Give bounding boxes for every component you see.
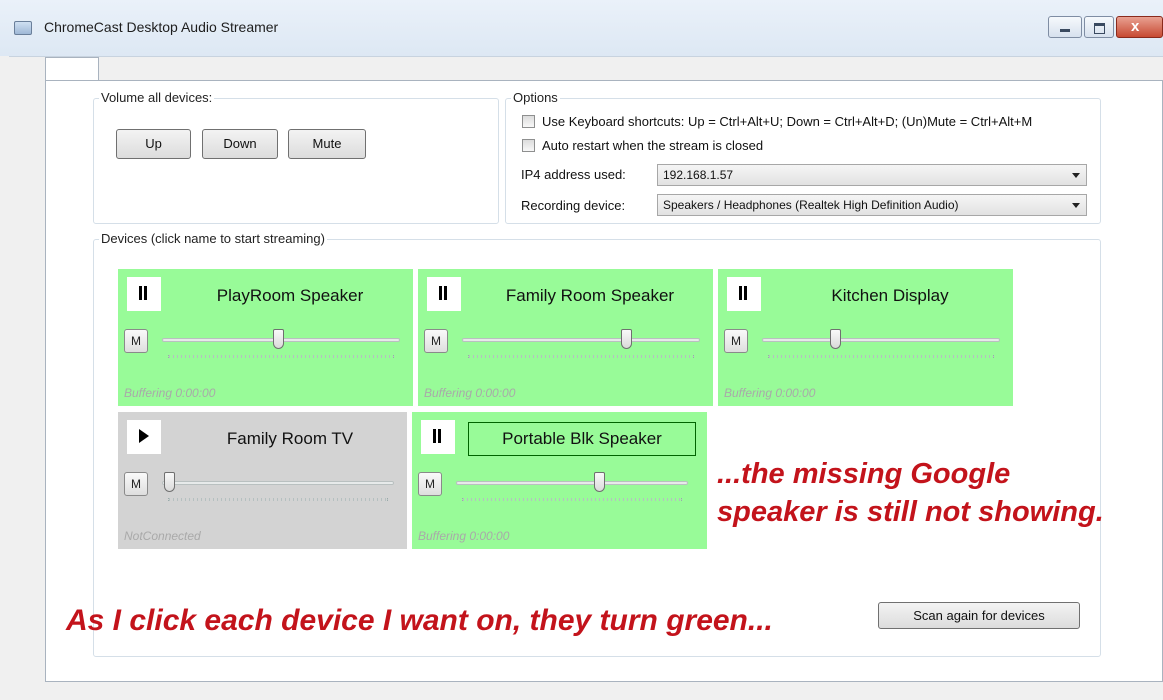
pause-icon (139, 286, 147, 300)
pause-button[interactable] (127, 277, 161, 311)
recording-device-value: Speakers / Headphones (Realtek High Defi… (663, 198, 959, 212)
volume-slider-track[interactable] (162, 481, 394, 485)
close-button[interactable]: x (1116, 16, 1163, 38)
device-card[interactable]: Family Room TV M NotConnected (118, 412, 407, 549)
volume-slider-ticks (168, 355, 394, 358)
ip-address-label: IP4 address used: (521, 167, 626, 182)
scan-devices-button[interactable]: Scan again for devices (878, 602, 1080, 629)
device-name[interactable]: Family Room TV (172, 429, 408, 449)
device-card[interactable]: PlayRoom Speaker M Buffering 0:00:00 (118, 269, 413, 406)
options-group: Options Use Keyboard shortcuts: Up = Ctr… (505, 90, 1101, 224)
close-icon: x (1131, 18, 1140, 35)
options-label: Options (511, 90, 560, 105)
app-window: ChromeCast Desktop Audio Streamer x Volu… (0, 0, 1163, 700)
volume-slider-track[interactable] (456, 481, 688, 485)
annotation-missing-line2: speaker is still not showing. (717, 496, 1104, 528)
volume-slider-ticks (168, 498, 388, 501)
maximize-button[interactable] (1084, 16, 1114, 38)
main-tab[interactable] (45, 57, 99, 82)
minimize-button[interactable] (1048, 16, 1082, 38)
pause-icon (739, 286, 747, 300)
device-mute-button[interactable]: M (724, 329, 748, 353)
play-icon (139, 429, 149, 443)
device-status: Buffering 0:00:00 (724, 386, 816, 400)
device-name[interactable]: PlayRoom Speaker (172, 286, 408, 306)
ip-address-value: 192.168.1.57 (663, 168, 734, 182)
annotation-missing-line1: ...the missing Google (717, 458, 1011, 490)
pause-icon (433, 429, 441, 443)
recording-device-label: Recording device: (521, 198, 626, 213)
devices-group: Devices (click name to start streaming) … (93, 231, 1101, 657)
device-mute-button[interactable]: M (418, 472, 442, 496)
device-status: Buffering 0:00:00 (424, 386, 516, 400)
volume-slider-thumb[interactable] (273, 329, 284, 349)
volume-slider-ticks (468, 355, 694, 358)
tab-page: Volume all devices: Up Down Mute Options… (45, 80, 1163, 682)
auto-restart-checkbox[interactable] (522, 139, 535, 152)
keyboard-shortcuts-label: Use Keyboard shortcuts: Up = Ctrl+Alt+U;… (542, 114, 1033, 129)
volume-slider-thumb[interactable] (594, 472, 605, 492)
volume-slider-thumb[interactable] (164, 472, 175, 492)
volume-slider-ticks (768, 355, 994, 358)
device-status: NotConnected (124, 529, 201, 543)
volume-all-group: Volume all devices: Up Down Mute (93, 90, 499, 224)
volume-all-label: Volume all devices: (99, 90, 215, 105)
volume-up-button[interactable]: Up (116, 129, 191, 159)
devices-label: Devices (click name to start streaming) (99, 231, 327, 246)
pause-button[interactable] (427, 277, 461, 311)
device-name[interactable]: Kitchen Display (772, 286, 1008, 306)
device-name[interactable]: Family Room Speaker (472, 286, 708, 306)
app-icon (14, 21, 32, 35)
device-status: Buffering 0:00:00 (418, 529, 510, 543)
window-title: ChromeCast Desktop Audio Streamer (44, 19, 279, 35)
device-mute-button[interactable]: M (124, 472, 148, 496)
pause-button[interactable] (727, 277, 761, 311)
mute-all-button[interactable]: Mute (288, 129, 366, 159)
title-bar: ChromeCast Desktop Audio Streamer x (0, 0, 1163, 56)
volume-slider-track[interactable] (462, 338, 700, 342)
volume-slider-thumb[interactable] (621, 329, 632, 349)
device-status: Buffering 0:00:00 (124, 386, 216, 400)
volume-slider-thumb[interactable] (830, 329, 841, 349)
annotation-click-note: As I click each device I want on, they t… (66, 604, 773, 637)
recording-device-select[interactable]: Speakers / Headphones (Realtek High Defi… (657, 194, 1087, 216)
client-area: Volume all devices: Up Down Mute Options… (9, 56, 1163, 693)
volume-slider-ticks (462, 498, 682, 501)
device-card[interactable]: Family Room Speaker M Buffering 0:00:00 (418, 269, 713, 406)
pause-icon (439, 286, 447, 300)
chevron-down-icon (1072, 203, 1080, 208)
pause-button[interactable] (421, 420, 455, 454)
device-mute-button[interactable]: M (124, 329, 148, 353)
device-mute-button[interactable]: M (424, 329, 448, 353)
device-card[interactable]: Portable Blk Speaker M Buffering 0:00:00 (412, 412, 707, 549)
volume-down-button[interactable]: Down (202, 129, 278, 159)
chevron-down-icon (1072, 173, 1080, 178)
keyboard-shortcuts-checkbox[interactable] (522, 115, 535, 128)
device-card[interactable]: Kitchen Display M Buffering 0:00:00 (718, 269, 1013, 406)
volume-slider-track[interactable] (762, 338, 1000, 342)
play-button[interactable] (127, 420, 161, 454)
auto-restart-label: Auto restart when the stream is closed (542, 138, 764, 153)
device-name[interactable]: Portable Blk Speaker (468, 422, 696, 456)
ip-address-select[interactable]: 192.168.1.57 (657, 164, 1087, 186)
